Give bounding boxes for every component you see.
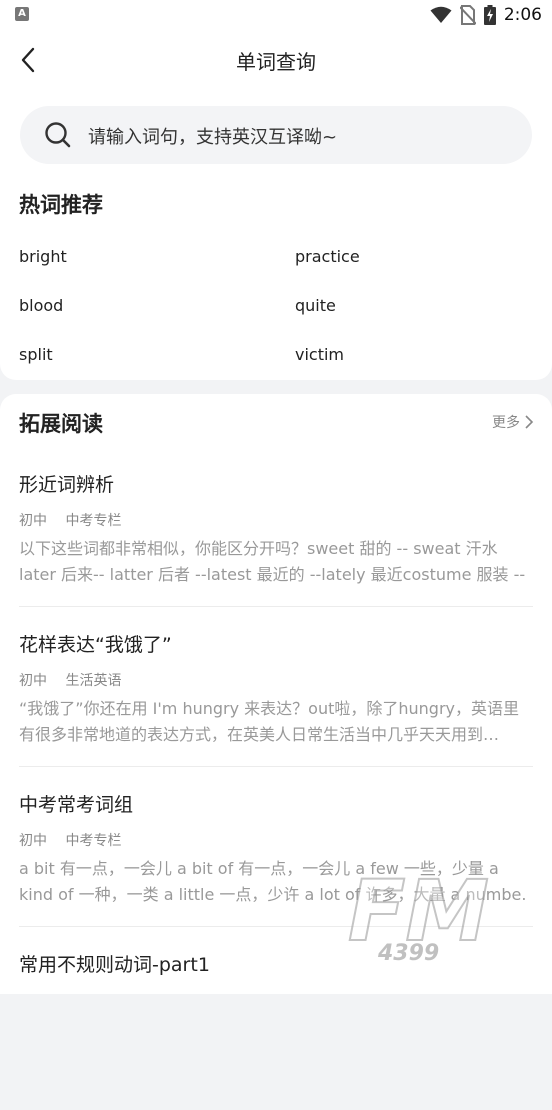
hot-word-item[interactable]: bright (19, 247, 67, 266)
article-title: 中考常考词组 (19, 794, 134, 816)
search-card: 请输入词句，支持英汉互译呦~ 热词推荐 bright practice bloo… (0, 90, 552, 380)
status-bar: A 2:06 (0, 0, 552, 30)
more-label: 更多 (492, 415, 520, 431)
article-tag: 初中 (19, 833, 47, 849)
article-title: 花样表达“我饿了” (19, 634, 172, 656)
search-input[interactable]: 请输入词句，支持英汉互译呦~ (20, 106, 532, 164)
hot-word-item[interactable]: victim (295, 345, 344, 364)
search-placeholder: 请输入词句，支持英汉互译呦~ (88, 127, 338, 148)
chevron-right-icon (525, 415, 534, 429)
article-summary: a bit 有一点，一会儿 a bit of 有一点，一会儿 a few 一些，… (19, 859, 527, 904)
article-tags: 初中 中考专栏 (19, 510, 135, 530)
article-title: 形近词辨析 (19, 474, 115, 496)
article-item[interactable]: 常用不规则动词-part1 (0, 950, 552, 1110)
search-icon (45, 122, 71, 148)
extended-reading-card: 拓展阅读 更多 形近词辨析 初中 中考专栏 以下这些词都非常相似，你能区分开吗？… (0, 394, 552, 994)
page-title: 单词查询 (236, 50, 316, 74)
article-summary: “我饿了”你还在用 I'm hungry 来表达？out啦，除了hungry，英… (19, 699, 519, 744)
hot-word-item[interactable]: split (19, 345, 53, 364)
article-summary: 以下这些词都非常相似，你能区分开吗？sweet 甜的 -- sweat 汗水 l… (19, 539, 526, 584)
article-tags: 初中 中考专栏 (19, 830, 135, 850)
article-tag: 中考专栏 (65, 513, 122, 529)
clock: 2:06 (503, 5, 542, 25)
more-button[interactable]: 更多 (492, 412, 534, 432)
battery-charging-icon (483, 5, 496, 25)
hot-word-item[interactable]: blood (19, 296, 63, 315)
divider (19, 766, 533, 767)
article-tag: 初中 (19, 513, 47, 529)
hot-word-item[interactable]: practice (295, 247, 360, 266)
article-tag: 初中 (19, 673, 47, 689)
no-sim-icon (459, 5, 476, 25)
extended-reading-title: 拓展阅读 (19, 412, 103, 436)
article-tag: 中考专栏 (65, 833, 122, 849)
hot-word-item[interactable]: quite (295, 296, 336, 315)
hot-words-title: 热词推荐 (19, 193, 103, 217)
title-bar: 单词查询 (0, 30, 552, 90)
article-tag: 生活英语 (65, 673, 122, 689)
status-icons: 2:06 (430, 4, 542, 26)
divider (19, 926, 533, 927)
wifi-icon (430, 6, 452, 23)
article-title: 常用不规则动词-part1 (19, 954, 210, 976)
divider (19, 606, 533, 607)
article-tags: 初中 生活英语 (19, 670, 135, 690)
app-notification-icon: A (15, 7, 29, 21)
